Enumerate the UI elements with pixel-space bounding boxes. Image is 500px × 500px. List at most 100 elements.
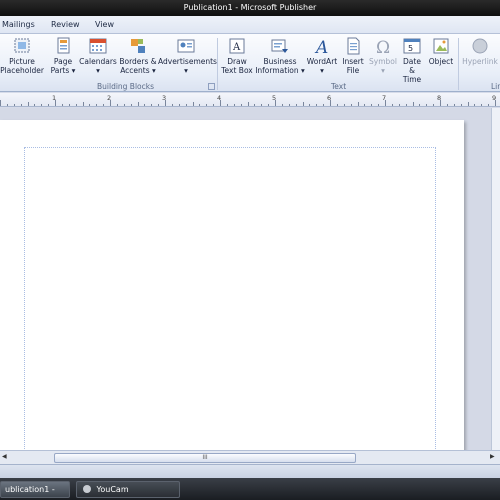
window-title: Publication1 - Microsoft Publisher — [183, 3, 317, 12]
ruler-tick — [158, 104, 160, 106]
ruler-tick — [302, 102, 304, 106]
draw-text-box-label-2: Text Box — [221, 66, 253, 75]
text-group-label: Text — [331, 82, 347, 91]
margin-guide — [24, 147, 436, 457]
youcam-icon — [83, 485, 91, 493]
business-information-button[interactable]: Business Information ▾ — [254, 37, 306, 81]
calendars-button[interactable]: Calendars ▾ — [79, 37, 117, 81]
ruler-tick — [268, 104, 270, 106]
ruler-tick — [336, 104, 338, 106]
page-parts-button[interactable]: Page Parts ▾ — [50, 37, 76, 81]
dialog-launcher-icon[interactable] — [208, 83, 215, 90]
scroll-left-icon[interactable]: ◀ — [2, 453, 7, 460]
page-parts-label-2: Parts ▾ — [50, 66, 76, 75]
object-label-1: Object — [428, 57, 454, 66]
advertisements-label-2: ▾ — [184, 66, 188, 75]
symbol-button[interactable]: Ω Symbol ▾ — [368, 37, 398, 81]
ruler-tick — [116, 104, 118, 106]
horizontal-ruler[interactable]: 1 2 3 4 5 6 7 8 9 — [0, 93, 500, 107]
ruler-tick — [68, 104, 70, 106]
publication-page[interactable] — [0, 120, 464, 460]
ruler-tick — [6, 104, 8, 106]
insert-file-button[interactable]: Insert File — [340, 37, 366, 81]
wordart-button[interactable]: A WordArt ▾ — [306, 37, 338, 81]
ruler-tick — [48, 104, 50, 106]
draw-text-box-button[interactable]: A Draw Text Box — [220, 37, 254, 81]
picture-placeholder-icon — [13, 37, 31, 55]
ruler-tick — [254, 104, 256, 106]
ruler-tick — [213, 104, 215, 106]
vertical-scrollbar[interactable] — [491, 108, 500, 450]
scrollbar-thumb[interactable]: III — [54, 453, 356, 463]
borders-accents-label-1: Borders & — [119, 57, 157, 66]
ruler-tick — [343, 104, 345, 106]
ruler-tick — [385, 100, 386, 106]
svg-text:A: A — [232, 42, 241, 53]
ruler-tick — [89, 104, 91, 106]
ruler-tick — [226, 104, 228, 106]
taskbar-item-label: YouCam — [96, 485, 129, 494]
hyperlink-label-1: Hyperlink — [462, 57, 498, 66]
ruler-tick — [41, 104, 43, 106]
omega-icon: Ω — [374, 37, 392, 58]
advertisements-button[interactable]: Advertisements ▾ — [158, 37, 217, 81]
taskbar-item-label: ublication1 - Micr... — [5, 485, 55, 494]
business-information-label-1: Business — [263, 57, 297, 66]
taskbar-item-publisher[interactable]: ublication1 - Micr... — [0, 481, 70, 498]
ruler-tick — [371, 104, 373, 106]
links-group-label: Lin — [491, 82, 500, 91]
page-parts-label-1: Page — [53, 57, 73, 66]
taskbar-item-youcam[interactable]: YouCam — [76, 481, 180, 498]
ruler-tick — [240, 104, 242, 106]
ruler-tick — [55, 100, 56, 106]
group-separator — [458, 38, 459, 90]
horizontal-scrollbar[interactable]: ◀ III ▶ — [0, 450, 500, 464]
ruler-tick — [96, 104, 98, 106]
symbol-label-2: ▾ — [381, 66, 385, 75]
ruler-tick — [130, 104, 132, 106]
advertisements-label-1: Advertisements — [158, 57, 217, 66]
scroll-right-icon[interactable]: ▶ — [490, 453, 495, 460]
picture-placeholder-label-2: Placeholder — [0, 66, 44, 75]
object-button[interactable]: Object — [427, 37, 455, 81]
ruler-tick — [419, 104, 421, 106]
ruler-tick — [316, 104, 318, 106]
advertisement-icon — [177, 37, 195, 55]
ruler-tick — [20, 104, 22, 106]
tab-review[interactable]: Review — [51, 20, 80, 29]
borders-accents-button[interactable]: Borders & Accents ▾ — [118, 37, 158, 81]
text-box-icon: A — [228, 37, 246, 55]
insert-file-label-1: Insert — [342, 57, 364, 66]
ruler-tick — [151, 104, 153, 106]
object-icon — [432, 37, 450, 55]
insert-file-label-2: File — [346, 66, 360, 75]
tab-mailings[interactable]: Mailings — [2, 20, 35, 29]
tab-view[interactable]: View — [95, 20, 114, 29]
hyperlink-button[interactable]: Hyperlink — [460, 37, 500, 81]
ruler-tick — [247, 102, 249, 106]
status-bar — [0, 464, 500, 478]
hyperlink-icon — [471, 37, 489, 55]
calendars-label-2: ▾ — [96, 66, 100, 75]
ruler-tick — [357, 102, 359, 106]
ruler-tick — [474, 104, 476, 106]
page-parts-icon — [54, 37, 72, 55]
calendar-icon — [89, 37, 107, 55]
wordart-icon: A — [313, 37, 331, 58]
borders-accents-icon — [129, 37, 147, 55]
svg-text:Ω: Ω — [376, 38, 390, 55]
picture-placeholder-label-1: Picture — [9, 57, 35, 66]
ruler-tick — [391, 104, 393, 106]
ruler-tick — [323, 104, 325, 106]
symbol-label-1: Symbol — [369, 57, 397, 66]
ruler-tick — [137, 102, 139, 106]
ruler-tick — [110, 100, 111, 106]
date-time-button[interactable]: 5 Date & Time — [399, 37, 425, 84]
workspace[interactable] — [0, 108, 491, 460]
ruler-tick — [178, 104, 180, 106]
ruler-tick — [364, 104, 366, 106]
ruler-tick — [165, 100, 166, 106]
picture-placeholder-button[interactable]: Picture Placeholder — [0, 37, 44, 81]
ruler-tick — [433, 104, 435, 106]
ruler-tick — [171, 104, 173, 106]
